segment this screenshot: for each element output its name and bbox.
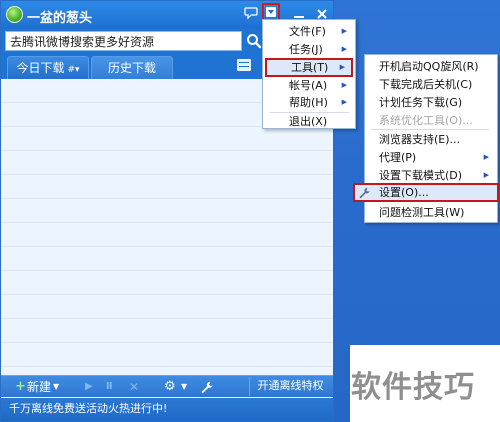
menu-item-file[interactable]: 文件(F) ▶ xyxy=(265,23,353,40)
menu-item-system-optimizer: 系统优化工具(O)... xyxy=(367,112,495,129)
menu-item-label: 下载完成后关机(C) xyxy=(379,78,473,91)
submenu-arrow-icon: ▶ xyxy=(341,98,347,106)
tools-submenu: 开机启动QQ旋风(R) 下载完成后关机(C) 计划任务下载(G) 系统优化工具(… xyxy=(353,54,499,223)
menu-item-label: 工具(T) xyxy=(291,61,329,74)
menu-item-label: 文件(F) xyxy=(289,25,326,38)
menu-item-proxy[interactable]: 代理(P) ▶ xyxy=(367,149,495,166)
menu-item-label: 代理(P) xyxy=(379,151,417,164)
menu-item-label: 设置(O)... xyxy=(379,186,429,199)
menu-item-account[interactable]: 帐号(A) ▶ xyxy=(265,77,353,94)
menu-item-shutdown-after-download[interactable]: 下载完成后关机(C) xyxy=(367,76,495,93)
menu-item-task[interactable]: 任务(J) ▶ xyxy=(265,41,353,58)
menu-item-help[interactable]: 帮助(H) ▶ xyxy=(265,94,353,111)
menu-item-label: 退出(X) xyxy=(289,115,328,128)
wrench-icon xyxy=(358,185,370,203)
submenu-arrow-icon: ▶ xyxy=(483,171,489,179)
menu-item-label: 任务(J) xyxy=(289,43,323,56)
submenu-arrow-icon: ▶ xyxy=(341,45,347,53)
menu-item-tools[interactable]: 工具(T) ▶ xyxy=(265,58,353,77)
tab-today-downloads[interactable]: 今日下载 #▾ xyxy=(7,56,89,79)
menu-item-label: 浏览器支持(E)... xyxy=(379,133,461,146)
menu-item-exit[interactable]: 退出(X) xyxy=(265,113,353,130)
submenu-arrow-icon: ▶ xyxy=(341,27,347,35)
submenu-arrow-icon: ▶ xyxy=(339,63,345,71)
offline-privilege-button[interactable]: 开通离线特权 xyxy=(249,377,331,396)
pause-icon[interactable]: Ⅱ xyxy=(106,379,113,395)
tab-today-label: 今日下载 xyxy=(16,61,65,75)
menu-item-diagnostic-tool[interactable]: 问题检测工具(W) xyxy=(367,204,495,221)
gear-caret-icon[interactable]: ▼ xyxy=(181,379,187,395)
menu-item-label: 设置下载模式(D) xyxy=(379,169,463,182)
window-title: 一盆的葱头 xyxy=(27,11,93,26)
watermark: 软件技巧 xyxy=(350,345,500,422)
new-task-button[interactable]: 新建 xyxy=(27,379,51,395)
menu-item-download-mode[interactable]: 设置下载模式(D) ▶ xyxy=(367,167,495,184)
menu-item-browser-support[interactable]: 浏览器支持(E)... xyxy=(367,131,495,148)
wrench-icon[interactable] xyxy=(200,379,213,395)
menu-item-label: 系统优化工具(O)... xyxy=(379,114,473,127)
new-task-caret-icon[interactable]: ▼ xyxy=(53,379,59,395)
tab-history-label: 历史下载 xyxy=(107,61,156,75)
menu-item-scheduled-download[interactable]: 计划任务下载(G) xyxy=(367,94,495,111)
menu-item-label: 帮助(H) xyxy=(289,96,328,109)
chat-bubble-icon[interactable] xyxy=(241,4,261,24)
play-icon[interactable]: ▶ xyxy=(85,379,93,395)
menu-item-label: 问题检测工具(W) xyxy=(379,206,465,219)
main-menu: 文件(F) ▶ 任务(J) ▶ 工具(T) ▶ 帐号(A) ▶ 帮助(H) ▶ … xyxy=(262,19,356,129)
gear-icon[interactable]: ⚙ xyxy=(164,379,176,395)
watermark-text: 软件技巧 xyxy=(351,370,475,405)
submenu-arrow-icon: ▶ xyxy=(341,81,347,89)
new-task-plus-icon[interactable]: + xyxy=(15,379,26,395)
menu-item-settings[interactable]: 设置(O)... xyxy=(353,183,499,202)
tab-today-caret[interactable]: #▾ xyxy=(67,65,79,75)
qq-whirlwind-logo xyxy=(6,6,23,23)
menu-item-label: 开机启动QQ旋风(R) xyxy=(379,60,479,73)
menu-separator xyxy=(371,129,489,130)
delete-icon[interactable]: ✕ xyxy=(129,379,139,395)
list-view-icon[interactable] xyxy=(237,59,251,71)
search-icon[interactable] xyxy=(244,31,264,51)
submenu-arrow-icon: ▶ xyxy=(483,153,489,161)
menu-item-autostart[interactable]: 开机启动QQ旋风(R) xyxy=(367,58,495,75)
menu-item-label: 帐号(A) xyxy=(289,79,328,92)
search-input[interactable] xyxy=(5,31,242,51)
status-bar[interactable]: 千万离线免费送活动火热进行中! xyxy=(1,398,333,421)
tab-history-downloads[interactable]: 历史下载 xyxy=(91,56,173,79)
menu-item-label: 计划任务下载(G) xyxy=(379,96,463,109)
